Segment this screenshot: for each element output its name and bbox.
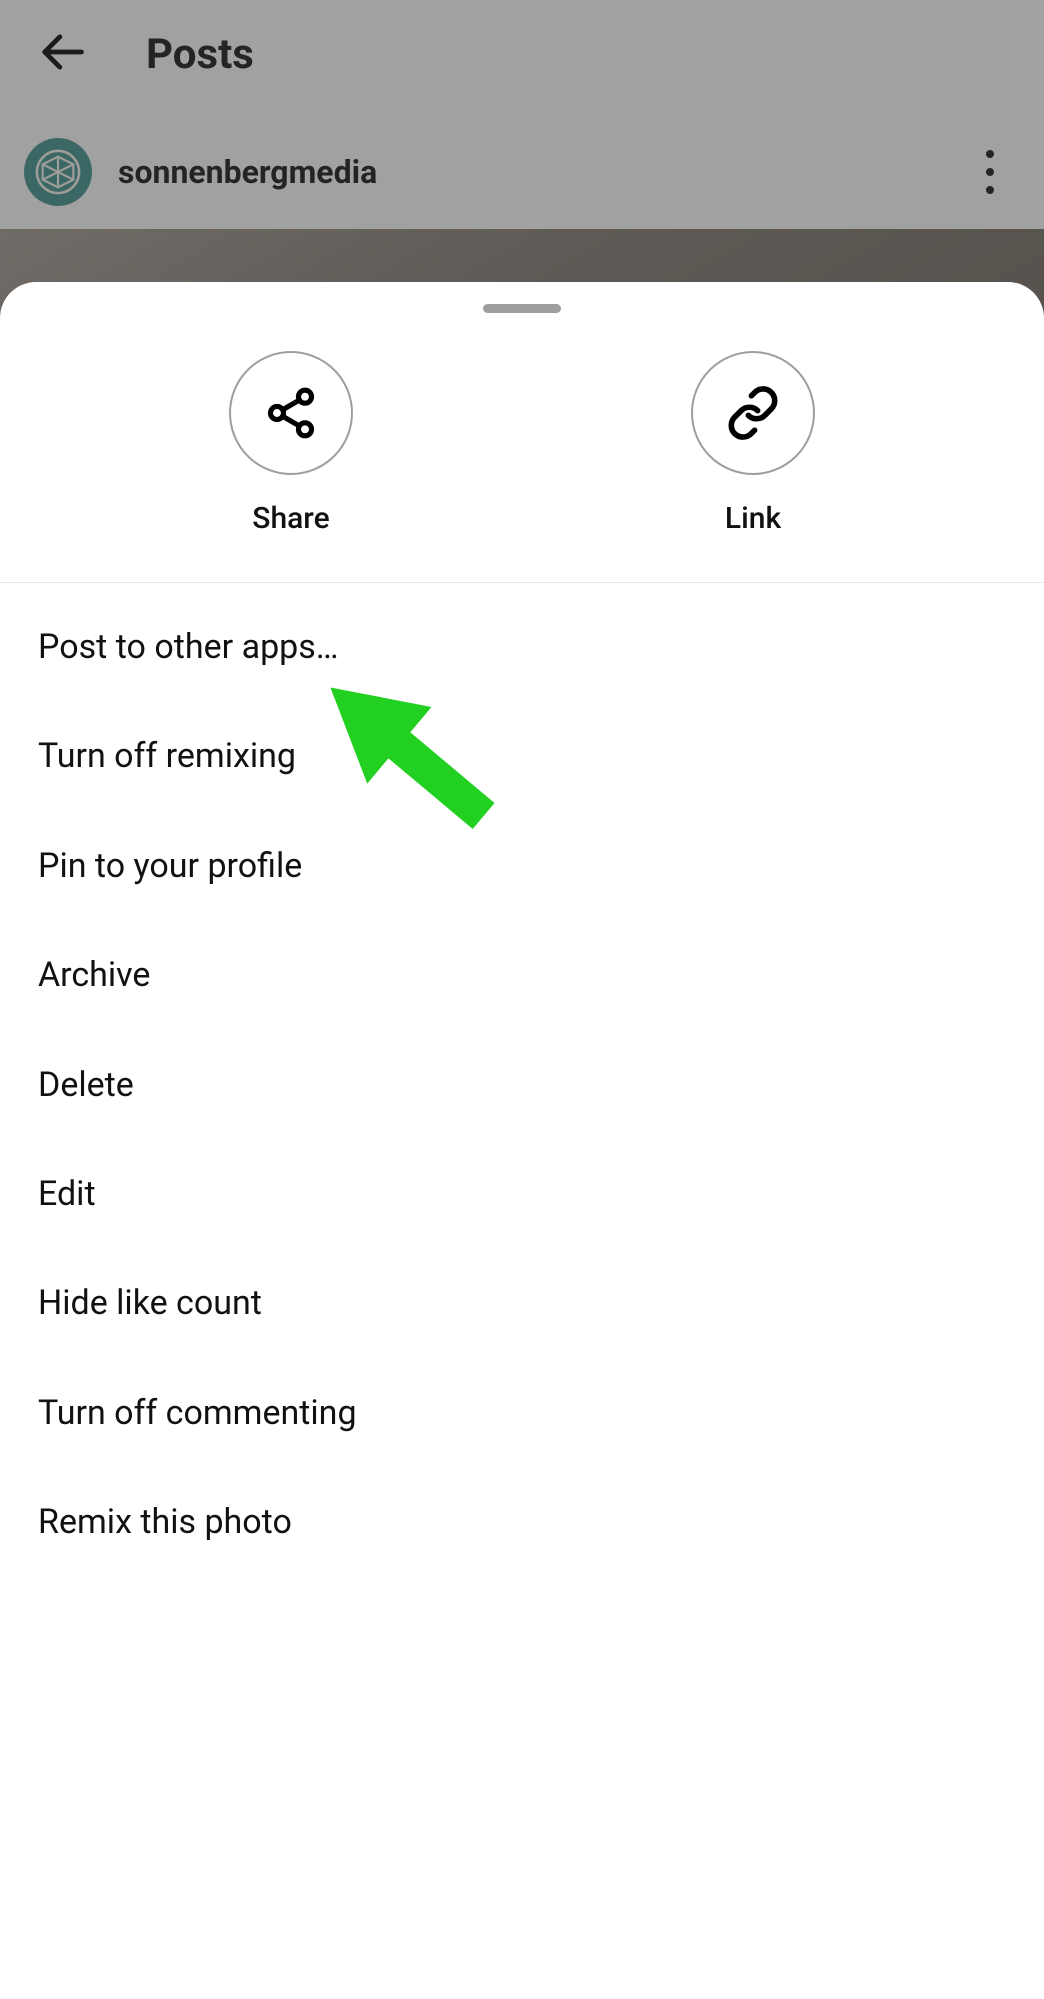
options-bottom-sheet: Share Link Post to other apps… Turn off … [0,282,1044,1999]
page-title: Posts [146,30,254,79]
avatar[interactable] [24,138,92,206]
menu-item-delete[interactable]: Delete [0,1031,1044,1140]
menu-item-remix-photo[interactable]: Remix this photo [0,1468,1044,1577]
share-icon [229,351,353,475]
options-menu: Post to other apps… Turn off remixing Pi… [0,583,1044,1578]
menu-item-turn-off-commenting[interactable]: Turn off commenting [0,1359,1044,1468]
menu-item-hide-like-count[interactable]: Hide like count [0,1249,1044,1358]
share-action[interactable]: Share [191,351,391,536]
back-arrow-icon[interactable] [36,26,88,82]
link-label: Link [725,501,781,536]
sheet-drag-handle[interactable] [483,304,561,313]
quick-actions-row: Share Link [0,313,1044,583]
menu-item-post-other-apps[interactable]: Post to other apps… [0,593,1044,702]
share-label: Share [252,501,329,536]
menu-item-pin-to-profile[interactable]: Pin to your profile [0,812,1044,921]
menu-item-turn-off-remixing[interactable]: Turn off remixing [0,702,1044,811]
menu-item-archive[interactable]: Archive [0,921,1044,1030]
link-action[interactable]: Link [653,351,853,536]
link-icon [691,351,815,475]
username[interactable]: sonnenbergmedia [118,153,377,191]
menu-item-edit[interactable]: Edit [0,1140,1044,1249]
header: Posts [0,0,1044,108]
post-author-row: sonnenbergmedia [0,122,1044,222]
more-options-icon[interactable] [974,138,1006,206]
